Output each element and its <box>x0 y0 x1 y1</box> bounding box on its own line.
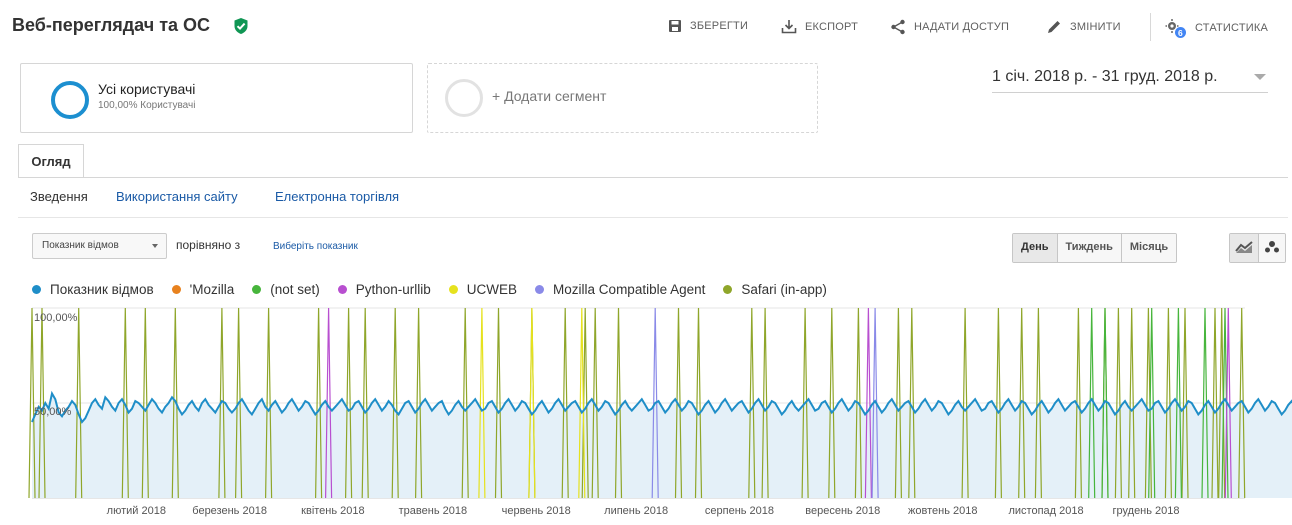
x-tick-label: липень 2018 <box>604 505 669 517</box>
x-tick-label: травень 2018 <box>398 505 468 517</box>
x-tick-label: квітень 2018 <box>301 505 365 517</box>
x-tick-label: грудень 2018 <box>1112 505 1180 517</box>
x-tick-label: серпень 2018 <box>704 505 775 517</box>
x-tick-label: листопад 2018 <box>1008 505 1084 517</box>
x-tick-label: лютий 2018 <box>106 505 166 517</box>
line-chart <box>28 307 1292 499</box>
x-tick-label: червень 2018 <box>501 505 571 517</box>
x-tick-label: жовтень 2018 <box>908 505 978 517</box>
x-tick-label: березень 2018 <box>192 505 267 517</box>
x-tick-label: вересень 2018 <box>805 505 881 517</box>
y-tick-label: 100,00% <box>34 312 78 324</box>
y-tick-label: 50,00% <box>34 406 72 418</box>
